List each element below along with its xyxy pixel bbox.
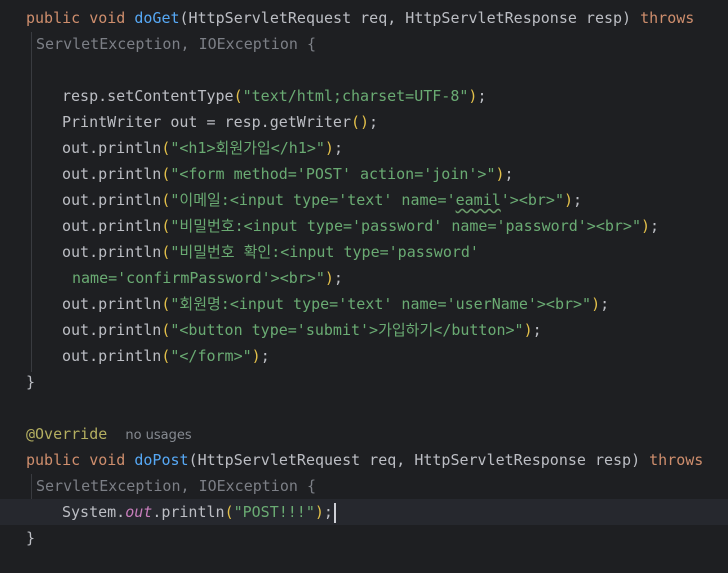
code-line-10[interactable]: out.println("비밀번호 확인:<input type='passwo… — [62, 239, 728, 265]
code-line-15[interactable]: } — [26, 369, 728, 395]
annotation: @Override — [26, 425, 108, 443]
string-literal: "<button type='submit'>가입하기</button>" — [170, 321, 524, 339]
code-text: System. — [62, 503, 126, 521]
code-text: out.println — [62, 217, 162, 235]
paren: ( — [233, 87, 243, 105]
code-line-5[interactable]: PrintWriter out = resp.getWriter(); — [62, 109, 728, 135]
code-text: out.println — [62, 243, 162, 261]
semicolon: ; — [260, 347, 270, 365]
paren: ) — [591, 295, 601, 313]
exception-type: ServletException — [36, 35, 181, 53]
typo-warning[interactable]: eamil — [456, 191, 501, 209]
code-text: out.println — [62, 139, 162, 157]
code-line-14[interactable]: out.println("</form>"); — [62, 343, 728, 369]
string-literal: "비밀번호 확인:<input type='password' — [170, 243, 479, 261]
close-brace: } — [26, 529, 36, 547]
separator: , — [180, 35, 199, 53]
separator: , — [180, 477, 199, 495]
code-text: .println — [152, 503, 225, 521]
keyword: throws — [640, 9, 695, 27]
code-line-13[interactable]: out.println("<button type='submit'>가입하기<… — [62, 317, 728, 343]
code-line-2[interactable]: ServletException, IOException { — [36, 31, 728, 57]
paren: ) — [324, 269, 334, 287]
string-literal: "</form>" — [170, 347, 252, 365]
string-literal: "<form method='POST' action='join'>" — [170, 165, 496, 183]
close-brace: } — [26, 373, 36, 391]
exception-type: IOException — [198, 477, 298, 495]
semicolon: ; — [650, 217, 660, 235]
usages-hint[interactable]: no usages — [125, 428, 191, 443]
paren: ) — [251, 347, 261, 365]
code-line-6[interactable]: out.println("<h1>회원가입</h1>"); — [62, 135, 728, 161]
static-field: out — [125, 503, 153, 521]
code-line-18[interactable]: public void doPost(HttpServletRequest re… — [26, 447, 728, 473]
string-literal: "이메일:<input type='text' name=' — [170, 191, 456, 209]
code-text: out.println — [62, 321, 162, 339]
semicolon: ; — [504, 165, 514, 183]
semicolon: ; — [532, 321, 542, 339]
code-line-4[interactable]: resp.setContentType("text/html;charset=U… — [62, 83, 728, 109]
code-line-20[interactable]: System.out.println("POST!!!"); — [0, 499, 728, 525]
paren: ) — [563, 191, 574, 209]
string-literal: "<h1>회원가입</h1>" — [170, 139, 325, 157]
open-brace: { — [306, 35, 316, 53]
paren: ) — [641, 217, 651, 235]
paren: () — [350, 113, 370, 131]
keyword: void — [89, 9, 126, 27]
method-name: doGet — [134, 9, 180, 27]
string-literal: "회원명:<input type='text' name='userName'>… — [170, 295, 592, 313]
param-list: (HttpServletRequest req, HttpServletResp… — [179, 9, 632, 27]
string-literal: "POST!!!" — [233, 503, 315, 521]
paren: ( — [224, 503, 234, 521]
method-name: doPost — [134, 451, 189, 469]
code-line-8[interactable]: out.println("이메일:<input type='text' name… — [62, 187, 728, 213]
semicolon: ; — [573, 191, 583, 209]
semicolon: ; — [369, 113, 379, 131]
code-text: out.println — [62, 191, 162, 209]
keyword: public — [26, 451, 81, 469]
code-line-17[interactable]: @Override no usages — [26, 421, 728, 447]
code-text: out.println — [62, 347, 162, 365]
code-line-7[interactable]: out.println("<form method='POST' action=… — [62, 161, 728, 187]
semicolon: ; — [600, 295, 610, 313]
param-list: (HttpServletRequest req, HttpServletResp… — [188, 451, 641, 469]
string-literal: '><br>" — [500, 191, 564, 209]
code-text: PrintWriter out = resp.getWriter — [62, 113, 351, 131]
indent-guide — [31, 32, 32, 372]
exception-type: IOException — [198, 35, 298, 53]
paren: ) — [314, 503, 324, 521]
semicolon: ; — [333, 269, 343, 287]
code-line-11[interactable]: name='confirmPassword'><br>"); — [72, 265, 728, 291]
keyword: void — [89, 451, 126, 469]
semicolon: ; — [333, 139, 343, 157]
code-text: resp.setContentType — [62, 87, 234, 105]
code-text: out.println — [62, 295, 162, 313]
code-line-1[interactable]: public void doGet(HttpServletRequest req… — [26, 5, 728, 31]
paren: ) — [324, 139, 334, 157]
code-line-9[interactable]: out.println("비밀번호:<input type='password'… — [62, 213, 728, 239]
open-brace: { — [306, 477, 316, 495]
paren: ) — [495, 165, 505, 183]
string-literal: "text/html;charset=UTF-8" — [242, 87, 469, 105]
code-text: out.println — [62, 165, 162, 183]
string-literal: name='confirmPassword'><br>" — [72, 269, 325, 287]
semicolon: ; — [323, 503, 333, 521]
text-caret — [333, 502, 336, 523]
semicolon: ; — [477, 87, 487, 105]
code-editor[interactable]: public void doGet(HttpServletRequest req… — [0, 0, 728, 573]
paren: ) — [523, 321, 533, 339]
code-line-21[interactable]: } — [26, 525, 728, 551]
code-line-12[interactable]: out.println("회원명:<input type='text' name… — [62, 291, 728, 317]
string-literal: "비밀번호:<input type='password' name='passw… — [170, 217, 641, 235]
keyword: throws — [649, 451, 704, 469]
keyword: public — [26, 9, 81, 27]
exception-type: ServletException — [36, 477, 181, 495]
code-line-19[interactable]: ServletException, IOException { — [36, 473, 728, 499]
